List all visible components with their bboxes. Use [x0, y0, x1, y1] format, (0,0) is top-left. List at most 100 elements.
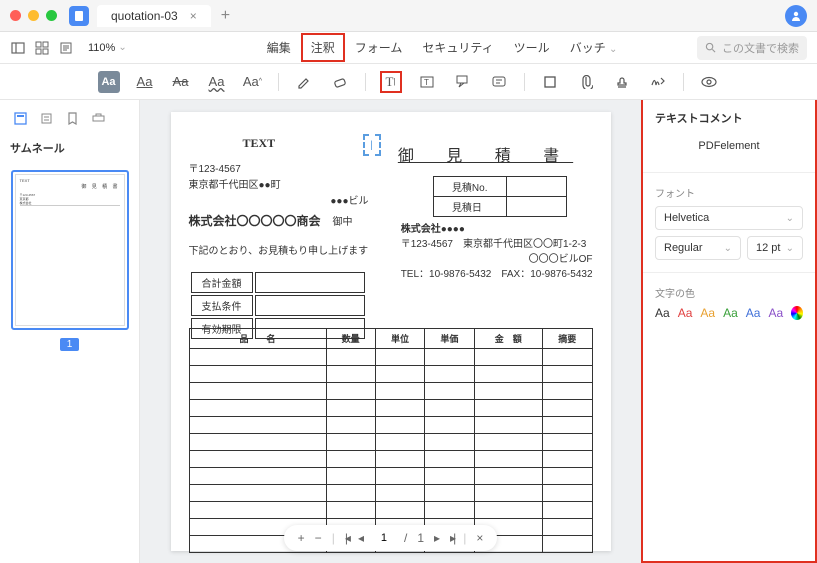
items-table: 品 名 数量 単位 単価 金 額 摘要: [189, 328, 593, 553]
reader-view-icon[interactable]: [58, 40, 74, 56]
menu-form[interactable]: フォーム: [345, 33, 413, 62]
page-thumbnail[interactable]: TEXT 御 見 積 書 〒123-4567東京都株式会社: [11, 170, 129, 330]
color-picker-icon[interactable]: [791, 306, 803, 320]
show-comments-tool[interactable]: [698, 71, 720, 93]
last-page-button[interactable]: ▸|: [450, 531, 453, 545]
document-tab[interactable]: quotation-03 ×: [97, 5, 211, 27]
underline-tool[interactable]: Aa: [134, 71, 156, 93]
first-page-button[interactable]: |◂: [345, 531, 348, 545]
window-controls: [10, 10, 57, 21]
color-blue[interactable]: Aa: [746, 306, 761, 320]
recipient-address: 株式会社●●●● 〒123-4567 東京都千代田区〇〇町1-2-3 〇〇〇ビル…: [401, 222, 593, 282]
outline-tab-icon[interactable]: [64, 110, 80, 126]
menu-tool[interactable]: ツール: [504, 33, 560, 62]
intro-text: 下記のとおり、お見積もり申し上げます: [189, 242, 369, 257]
color-red[interactable]: Aa: [678, 306, 693, 320]
panel-title: テキストコメント: [655, 110, 803, 126]
close-tab-icon[interactable]: ×: [190, 9, 197, 23]
zoom-in-button[interactable]: +: [298, 531, 305, 545]
new-tab-button[interactable]: +: [221, 7, 230, 25]
caret-tool[interactable]: Aa^: [242, 71, 264, 93]
page-number-badge: 1: [60, 338, 80, 351]
chevron-down-icon: ⌄: [786, 243, 794, 254]
color-green[interactable]: Aa: [723, 306, 738, 320]
menu-annotate[interactable]: 注釈: [301, 33, 345, 62]
callout-tool[interactable]: [452, 71, 474, 93]
sidebar-title: サムネール: [8, 134, 131, 162]
textbox-tool[interactable]: T: [416, 71, 438, 93]
user-avatar[interactable]: [785, 5, 807, 27]
document-page: TEXT | 御 見 積 書 〒123-4567 東京都千代田区●●町 ●●●ビ…: [171, 112, 611, 551]
highlighter-tool[interactable]: [293, 71, 315, 93]
total-pages: 1: [417, 531, 424, 545]
document-canvas[interactable]: TEXT | 御 見 積 書 〒123-4567 東京都千代田区●●町 ●●●ビ…: [140, 100, 641, 563]
text-comment-tool[interactable]: T|: [380, 71, 402, 93]
next-page-button[interactable]: ▸: [434, 531, 440, 545]
attachments-tab-icon[interactable]: [90, 110, 106, 126]
text-insertion-cursor[interactable]: |: [363, 134, 381, 156]
view-mode-toggles: [10, 40, 74, 56]
chevron-down-icon: ⌄: [786, 213, 794, 224]
eraser-tool[interactable]: [329, 71, 351, 93]
main-area: サムネール TEXT 御 見 積 書 〒123-4567東京都株式会社 1 TE…: [0, 100, 817, 563]
menu-security[interactable]: セキュリティ: [412, 33, 503, 62]
text-element[interactable]: TEXT: [243, 136, 276, 151]
font-family-select[interactable]: Helvetica⌄: [655, 206, 803, 230]
bookmark-tab-icon[interactable]: [38, 110, 54, 126]
menubar: 110% ⌄ 編集 注釈 フォーム セキュリティ ツール バッチ ⌄ この文書で…: [0, 32, 817, 64]
color-orange[interactable]: Aa: [700, 306, 715, 320]
highlight-text-tool[interactable]: Aa: [98, 71, 120, 93]
color-swatches: Aa Aa Aa Aa Aa Aa: [655, 306, 803, 320]
zoom-value: 110%: [88, 42, 115, 54]
quote-numbers: 見積No. 見積日: [433, 176, 567, 217]
thumbnail-tab-icon[interactable]: [12, 110, 28, 126]
maximize-window-button[interactable]: [46, 10, 57, 21]
main-menu: 編集 注釈 フォーム セキュリティ ツール バッチ ⌄: [257, 33, 628, 62]
menu-edit[interactable]: 編集: [257, 33, 301, 62]
zoom-out-button[interactable]: −: [315, 531, 322, 545]
divider: [683, 73, 684, 91]
signature-tool[interactable]: [647, 71, 669, 93]
prev-page-button[interactable]: ◂: [358, 531, 364, 545]
color-purple[interactable]: Aa: [768, 306, 783, 320]
stamp-tool[interactable]: [611, 71, 633, 93]
font-size-select[interactable]: 12 pt⌄: [747, 236, 803, 260]
search-icon: [705, 42, 716, 53]
minimize-window-button[interactable]: [28, 10, 39, 21]
titlebar: quotation-03 × +: [0, 0, 817, 32]
divider: [524, 73, 525, 91]
close-window-button[interactable]: [10, 10, 21, 21]
search-input[interactable]: この文書で検索: [697, 36, 807, 60]
chevron-down-icon: ⌄: [118, 42, 126, 53]
divider: [278, 73, 279, 91]
page-input[interactable]: [374, 532, 394, 544]
svg-text:T: T: [424, 78, 429, 87]
strikethrough-tool[interactable]: Aa: [170, 71, 192, 93]
tab-title: quotation-03: [111, 9, 178, 23]
doc-title: 御 見 積 書: [379, 142, 593, 166]
chevron-down-icon: ⌄: [724, 243, 732, 254]
zoom-select[interactable]: 110% ⌄: [88, 42, 127, 54]
shape-tool[interactable]: [539, 71, 561, 93]
app-icon: [69, 6, 89, 26]
sender-address: 〒123-4567 東京都千代田区●●町 ●●●ビル 株式会社〇〇〇〇〇商会 御…: [189, 162, 369, 231]
sidebar-tabs: [8, 108, 131, 134]
attachment-tool[interactable]: [575, 71, 597, 93]
note-tool[interactable]: [488, 71, 510, 93]
color-black[interactable]: Aa: [655, 306, 670, 320]
divider: [365, 73, 366, 91]
panel-brand: PDFelement: [655, 140, 803, 152]
squiggly-tool[interactable]: Aa: [206, 71, 228, 93]
properties-panel: テキストコメント PDFelement フォント Helvetica⌄ Regu…: [641, 100, 817, 563]
font-label: フォント: [655, 185, 803, 200]
color-label: 文字の色: [655, 285, 803, 300]
grid-view-icon[interactable]: [34, 40, 50, 56]
sidebar: サムネール TEXT 御 見 積 書 〒123-4567東京都株式会社 1: [0, 100, 140, 563]
page-navigator: + − | |◂ ◂ / 1 ▸ ▸| | ×: [284, 525, 498, 551]
menu-batch[interactable]: バッチ ⌄: [560, 33, 628, 62]
sidebar-toggle-icon[interactable]: [10, 40, 26, 56]
font-weight-select[interactable]: Regular⌄: [655, 236, 741, 260]
search-placeholder: この文書で検索: [722, 40, 799, 56]
close-pager-button[interactable]: ×: [476, 531, 483, 545]
annotation-toolbar: Aa Aa Aa Aa Aa^ T| T: [0, 64, 817, 100]
